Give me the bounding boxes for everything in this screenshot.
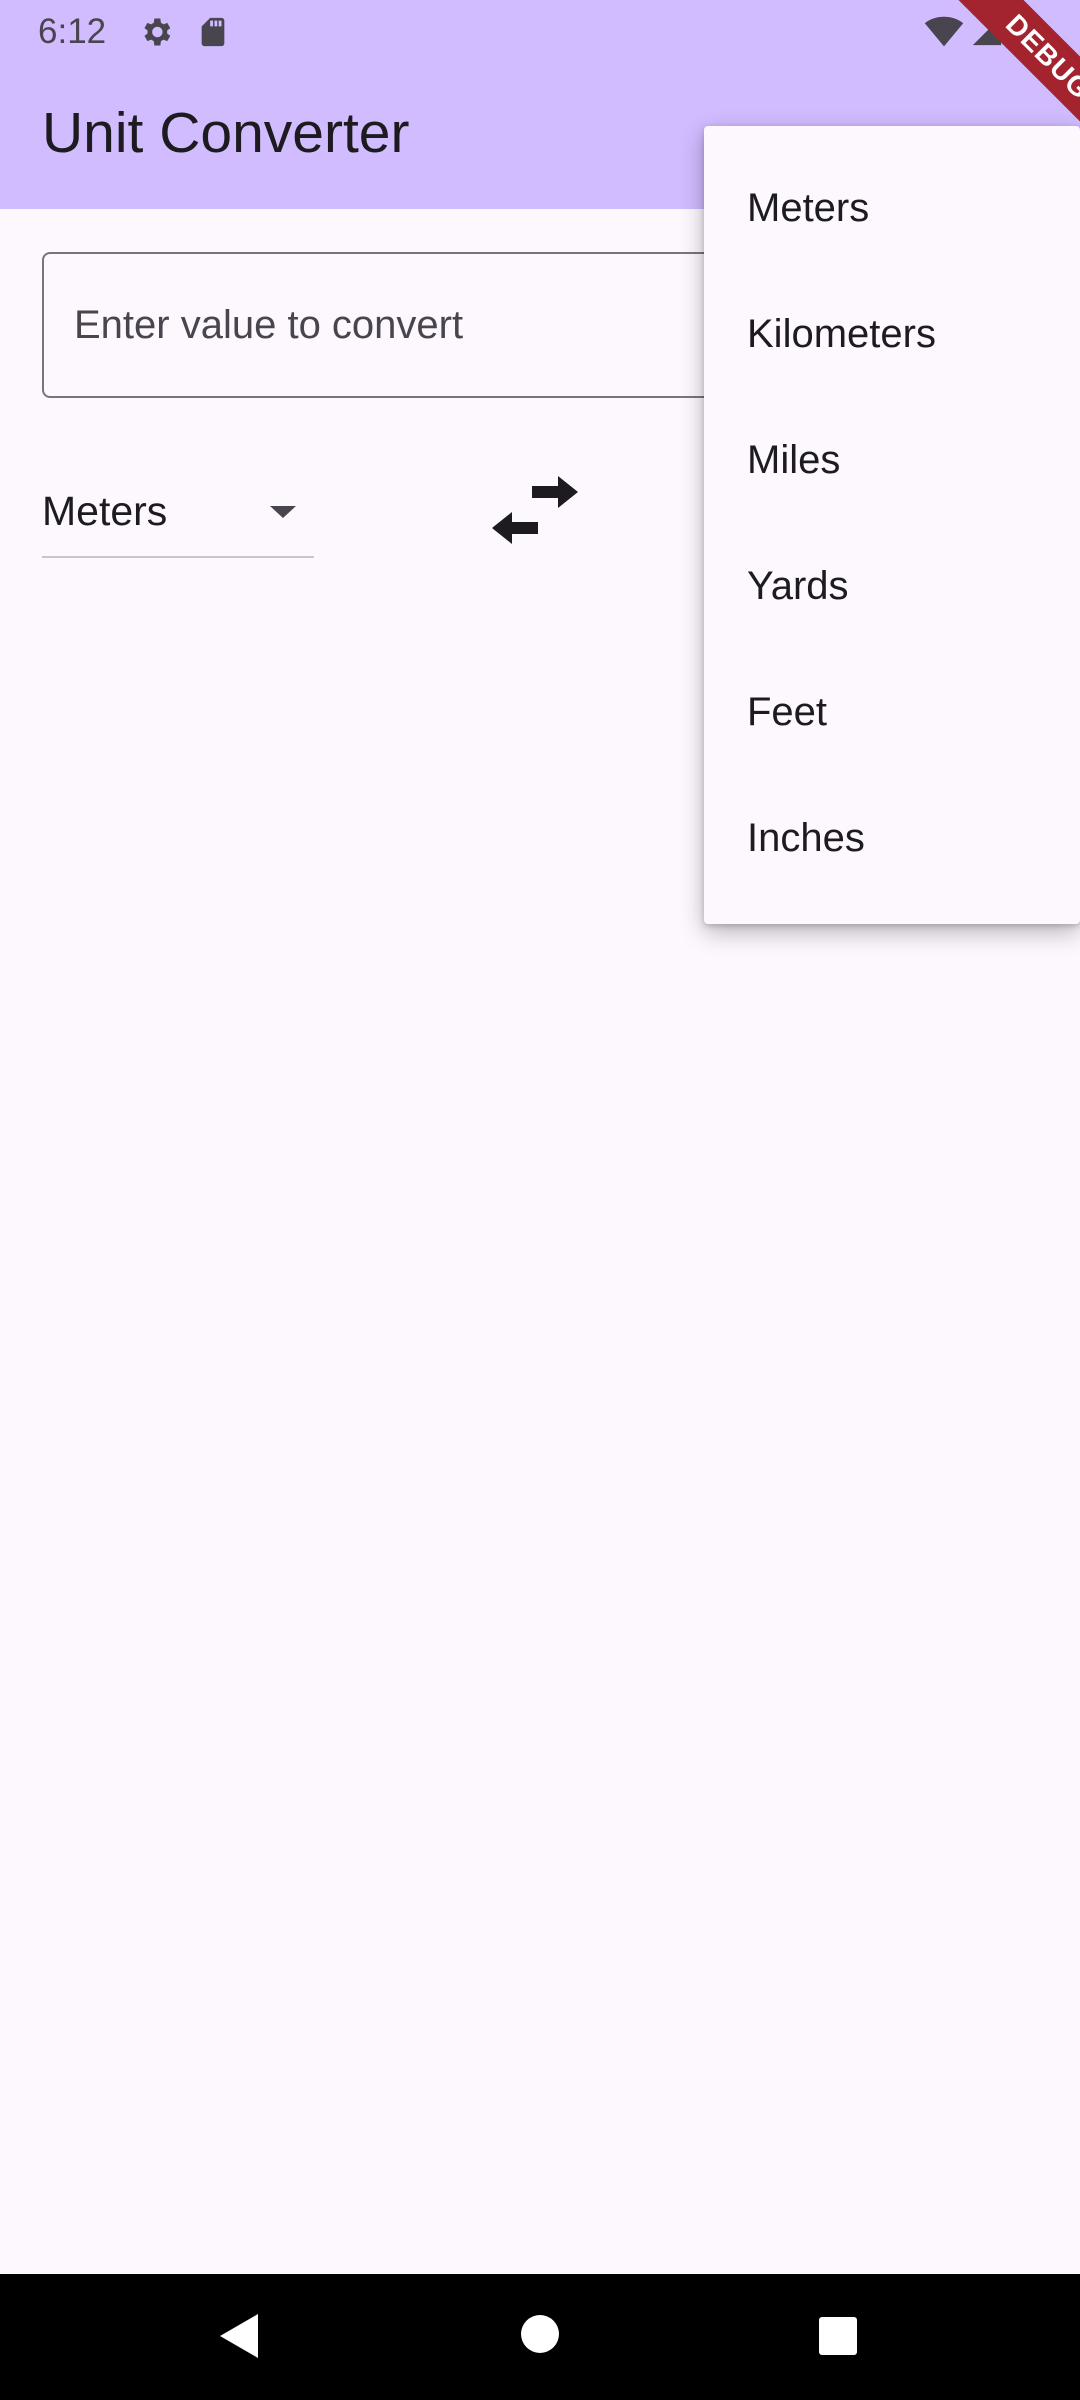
swap-units-button[interactable] (490, 470, 590, 560)
menu-item-miles[interactable]: Miles (704, 397, 1080, 523)
menu-item-feet[interactable]: Feet (704, 649, 1080, 775)
home-icon[interactable] (520, 2314, 560, 2359)
page-title: Unit Converter (42, 101, 410, 165)
sd-card-icon (196, 14, 230, 55)
status-bar: 6:12 (0, 0, 1080, 64)
unit-dropdown-menu: Meters Kilometers Miles Yards Feet Inche… (704, 126, 1080, 924)
gear-icon (138, 14, 174, 55)
menu-item-meters[interactable]: Meters (704, 145, 1080, 271)
from-unit-dropdown[interactable]: Meters (42, 470, 314, 558)
menu-item-inches[interactable]: Inches (704, 775, 1080, 901)
status-time: 6:12 (38, 12, 107, 51)
dropdown-arrow-icon (268, 504, 298, 525)
back-icon[interactable] (216, 2312, 262, 2365)
system-nav-bar (0, 2274, 1080, 2400)
swap-horiz-icon (492, 476, 578, 544)
menu-item-kilometers[interactable]: Kilometers (704, 271, 1080, 397)
menu-item-yards[interactable]: Yards (704, 523, 1080, 649)
from-unit-selected: Meters (42, 488, 168, 534)
recents-icon[interactable] (818, 2316, 858, 2361)
